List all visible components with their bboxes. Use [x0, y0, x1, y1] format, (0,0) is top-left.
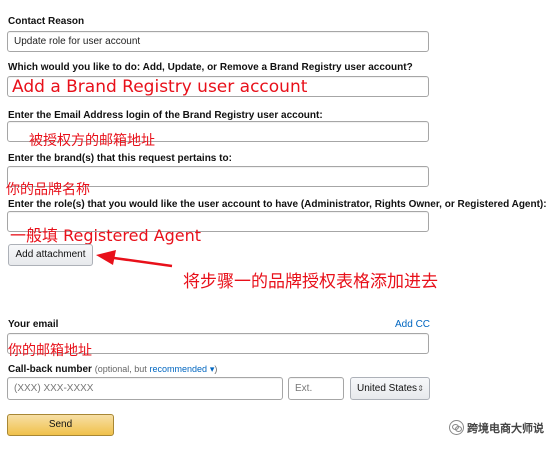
brand-question-label: Enter the brand(s) that this request per… — [8, 153, 232, 164]
wechat-logo-icon — [449, 420, 464, 435]
callback-optional-text: (optional, but — [94, 364, 147, 374]
action-question-label: Which would you like to do: Add, Update,… — [8, 62, 413, 73]
attachment-annotation: 将步骤一的品牌授权表格添加进去 — [183, 272, 438, 292]
watermark-text: 跨境电商大师说 — [467, 422, 544, 435]
watermark: 跨境电商大师说 — [449, 420, 544, 436]
contact-reason-label: Contact Reason — [8, 16, 85, 27]
brand-annotation: 你的品牌名称 — [6, 182, 90, 198]
country-select[interactable]: United States ⇕ — [350, 377, 430, 400]
phone-placeholder: (XXX) XXX-XXXX — [14, 383, 94, 394]
add-cc-link[interactable]: Add CC — [395, 319, 430, 330]
callback-label-row: Call-back number (optional, but recommen… — [8, 364, 217, 375]
role-question-label: Enter the role(s) that you would like th… — [8, 199, 547, 210]
contact-reason-value: Update role for user account — [14, 36, 141, 47]
ext-placeholder: Ext. — [295, 383, 313, 394]
add-attachment-button[interactable]: Add attachment — [8, 244, 93, 266]
send-button[interactable]: Send — [7, 414, 114, 436]
contact-reason-field[interactable]: Update role for user account — [7, 31, 429, 52]
callback-close-paren: ) — [214, 364, 218, 374]
email-annotation: 被授权方的邮箱地址 — [29, 133, 155, 149]
callback-label: Call-back number — [8, 364, 92, 375]
email-question-label: Enter the Email Address login of the Bra… — [8, 110, 323, 121]
callback-recommended-link[interactable]: recommended — [150, 364, 208, 374]
ext-input[interactable]: Ext. — [288, 377, 344, 400]
role-annotation: 一般填 Registered Agent — [10, 226, 202, 245]
your-email-annotation: 你的邮箱地址 — [8, 343, 92, 359]
red-arrow-icon — [96, 250, 173, 268]
country-value: United States — [357, 383, 418, 394]
your-email-label: Your email — [8, 319, 59, 330]
action-annotation: Add a Brand Registry user account — [12, 77, 308, 97]
select-arrows-icon: ⇕ — [417, 384, 424, 393]
phone-input[interactable]: (XXX) XXX-XXXX — [7, 377, 283, 400]
